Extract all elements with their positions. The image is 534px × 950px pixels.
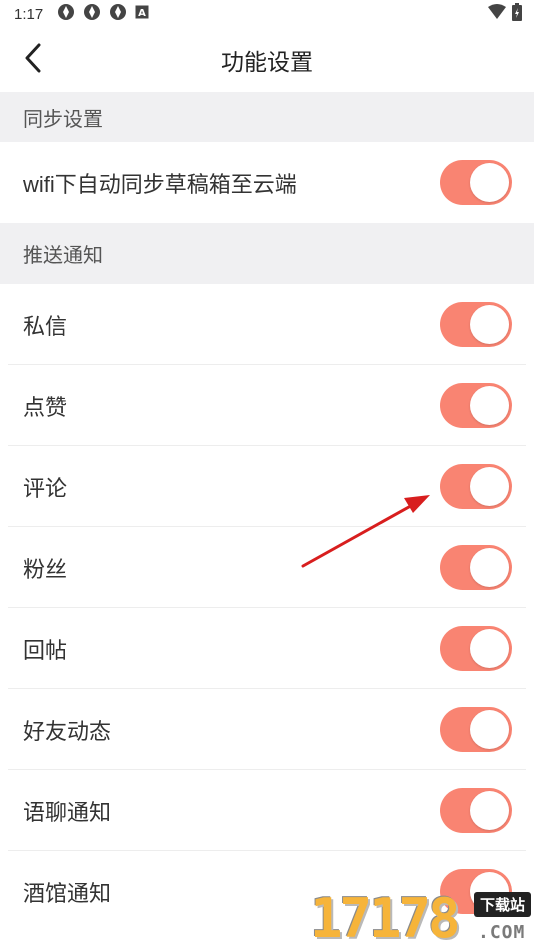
setting-label: 评论 [23,475,68,501]
setting-row-replies: 回帖 [0,608,534,689]
toggle-knob [470,305,509,344]
section-title: 同步设置 [23,108,103,131]
status-right [488,3,522,25]
toggle-knob [470,629,509,668]
photo-app-icon [109,3,127,25]
toggle-switch[interactable] [440,869,512,914]
photo-app-icon [57,3,75,25]
toggle-knob [470,548,509,587]
setting-row-wifi-sync: wifi下自动同步草稿箱至云端 [0,142,534,223]
toggle-switch[interactable] [440,383,512,428]
setting-label: wifi下自动同步草稿箱至云端 [23,171,297,197]
photo-app-icon [83,3,101,25]
setting-row-friend-activity: 好友动态 [0,689,534,770]
a-box-icon: A [135,5,149,23]
setting-label: 酒馆通知 [23,880,112,906]
setting-row-likes: 点赞 [0,365,534,446]
toggle-knob [470,386,509,425]
notification-icons: A [57,3,149,25]
toggle-knob [470,710,509,749]
toggle-knob [470,163,509,202]
setting-label: 好友动态 [23,718,112,744]
battery-icon [512,3,522,25]
toggle-switch[interactable] [440,707,512,752]
toggle-switch[interactable] [440,160,512,205]
toggle-switch[interactable] [440,626,512,671]
toggle-switch[interactable] [440,788,512,833]
toggle-switch[interactable] [440,545,512,590]
chevron-left-icon [23,43,43,78]
setting-label: 语聊通知 [23,799,112,825]
setting-row-tavern: 酒馆通知 [0,851,534,932]
setting-label: 点赞 [23,394,68,420]
section-title: 推送通知 [23,245,103,267]
toggle-knob [470,467,509,506]
toggle-switch[interactable] [440,464,512,509]
setting-label: 私信 [23,313,68,339]
wifi-icon [488,4,506,24]
setting-row-voice-chat: 语聊通知 [0,770,534,851]
toggle-switch[interactable] [440,302,512,347]
toggle-knob [470,791,509,830]
back-button[interactable] [18,42,48,78]
setting-label: 粉丝 [23,556,68,582]
toggle-knob [470,872,509,911]
title-bar: 功能设置 [0,28,534,92]
svg-text:A: A [138,8,146,19]
setting-label: 回帖 [23,637,68,663]
setting-row-fans: 粉丝 [0,527,534,608]
setting-row-private-message: 私信 [0,284,534,365]
section-header-sync: 同步设置 [0,92,534,142]
page-title: 功能设置 [221,49,313,75]
status-time: 1:17 [14,5,44,23]
status-bar: 1:17 A [0,0,534,28]
section-header-push: 推送通知 [0,223,534,284]
setting-row-comments: 评论 [0,446,534,527]
